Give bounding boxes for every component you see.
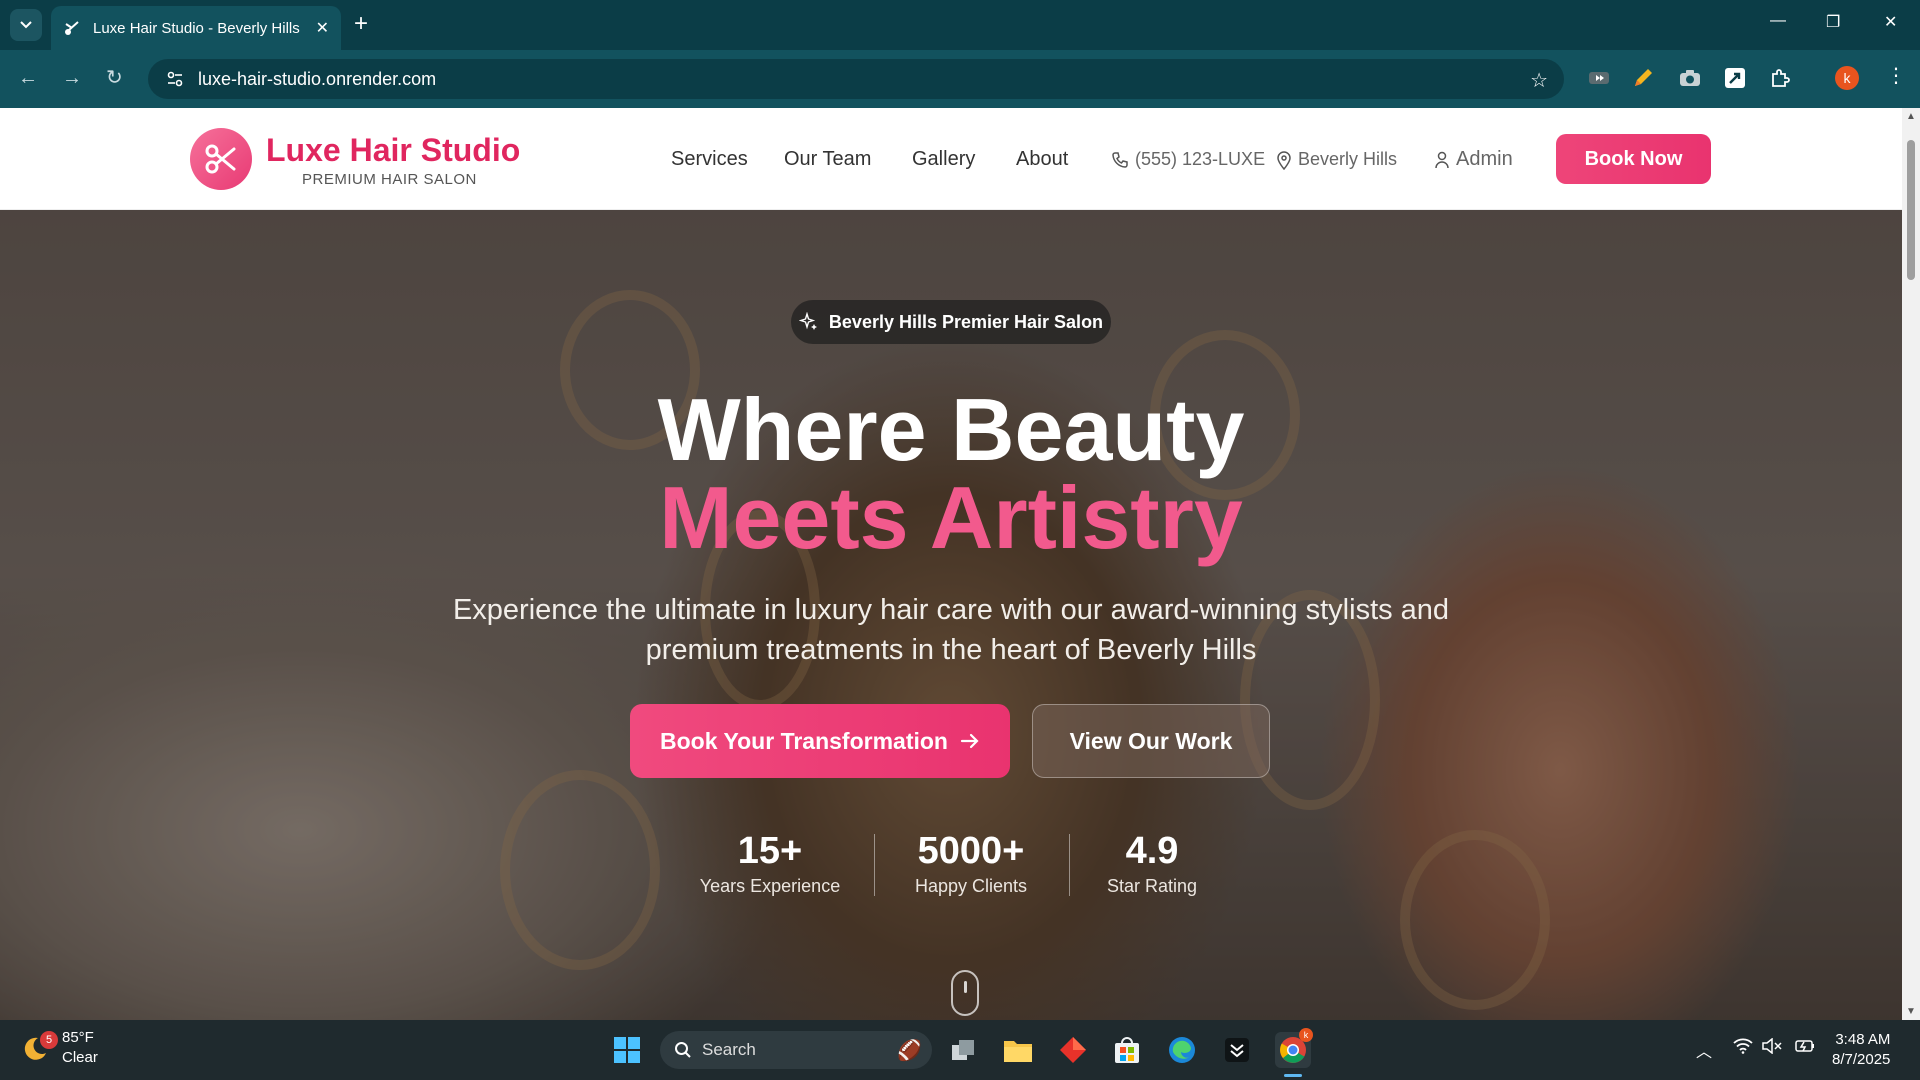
- clock-date: 8/7/2025: [1832, 1051, 1891, 1068]
- browser-tabbar: Luxe Hair Studio - Beverly Hills ✕ + — ❐…: [0, 0, 1920, 50]
- scroll-thumb[interactable]: [1907, 140, 1915, 280]
- taskbar-search[interactable]: Search 🏈: [660, 1031, 932, 1069]
- search-icon: [675, 1042, 691, 1058]
- tab-title: Luxe Hair Studio - Beverly Hills: [93, 19, 300, 37]
- extension-pencil-icon[interactable]: [1630, 65, 1656, 91]
- weather-widget[interactable]: 5 85°F Clear: [24, 1028, 98, 1068]
- hero-headline-line2: Meets Artistry: [659, 468, 1243, 567]
- chevron-down-icon: [20, 21, 32, 29]
- microsoft-store-icon[interactable]: [1109, 1032, 1145, 1068]
- chrome-profile-badge: k: [1299, 1028, 1313, 1042]
- extensions-puzzle-icon[interactable]: [1767, 65, 1793, 91]
- arrow-right-icon: [960, 733, 979, 749]
- browser-toolbar: ← → ↻ luxe-hair-studio.onrender.com ☆ k …: [0, 50, 1920, 108]
- stat-years: 15+ Years Experience: [670, 828, 870, 898]
- chrome-browser-icon[interactable]: k: [1275, 1028, 1313, 1068]
- terminal-app-icon[interactable]: [1219, 1032, 1255, 1068]
- nav-gallery[interactable]: Gallery: [912, 148, 975, 171]
- tab-search-button[interactable]: [10, 9, 42, 41]
- book-now-button[interactable]: Book Now: [1556, 134, 1711, 184]
- scroll-up-icon[interactable]: ▲: [1906, 111, 1916, 122]
- stat-clients: 5000+ Happy Clients: [871, 828, 1071, 898]
- user-icon: [1435, 151, 1449, 168]
- stat-rating: 4.9 Star Rating: [1052, 828, 1252, 898]
- nav-our-team[interactable]: Our Team: [784, 148, 871, 171]
- new-tab-button[interactable]: +: [354, 12, 368, 36]
- site-header: Luxe Hair Studio PREMIUM HAIR SALON Serv…: [0, 108, 1902, 210]
- edge-browser-icon[interactable]: [1164, 1032, 1200, 1068]
- hero-section: Beverly Hills Premier Hair Salon Where B…: [0, 210, 1902, 1020]
- phone-text: (555) 123-LUXE: [1135, 149, 1266, 169]
- task-view-icon[interactable]: [946, 1032, 982, 1068]
- stat-value: 4.9: [1125, 830, 1179, 872]
- hero-subtitle: Experience the ultimate in luxury hair c…: [452, 594, 1450, 666]
- forward-icon[interactable]: →: [62, 67, 82, 89]
- back-icon[interactable]: ←: [18, 67, 38, 89]
- hero-badge: Beverly Hills Premier Hair Salon: [791, 300, 1111, 344]
- windows-taskbar: 5 85°F Clear Search 🏈 k ︿ 3:48 AM 8/7/20…: [0, 1020, 1920, 1080]
- extension-arrow-icon[interactable]: [1722, 65, 1748, 91]
- weather-alert-badge: 5: [40, 1031, 58, 1049]
- stat-label: Years Experience: [699, 876, 841, 896]
- close-window-icon[interactable]: ✕: [1884, 12, 1897, 32]
- speaker-muted-icon[interactable]: [1762, 1037, 1782, 1059]
- file-explorer-icon[interactable]: [1000, 1032, 1036, 1068]
- view-our-work-button[interactable]: View Our Work: [1032, 704, 1270, 778]
- stat-label: Happy Clients: [914, 876, 1028, 896]
- profile-avatar[interactable]: k: [1835, 66, 1859, 90]
- reload-icon[interactable]: ↻: [106, 67, 123, 89]
- hero-badge-text: Beverly Hills Premier Hair Salon: [828, 311, 1104, 332]
- system-clock[interactable]: 3:48 AM 8/7/2025: [1832, 1030, 1890, 1070]
- bookmark-star-icon[interactable]: ☆: [1530, 68, 1548, 93]
- address-bar[interactable]: luxe-hair-studio.onrender.com ☆: [148, 59, 1564, 99]
- stat-value: 5000+: [917, 830, 1025, 872]
- more-menu-icon[interactable]: ⋮: [1886, 65, 1906, 87]
- minimize-icon[interactable]: —: [1770, 12, 1786, 30]
- url-text: luxe-hair-studio.onrender.com: [198, 68, 437, 89]
- weather-temp: 85°F: [62, 1029, 94, 1046]
- logo-name[interactable]: Luxe Hair Studio: [266, 132, 520, 169]
- page-scrollbar[interactable]: ▲ ▼: [1902, 108, 1920, 1020]
- windows-start-icon[interactable]: [609, 1032, 645, 1068]
- active-app-indicator: [1284, 1074, 1302, 1077]
- phone-icon: [1112, 151, 1128, 168]
- phone-link[interactable]: (555) 123-LUXE: [1111, 149, 1265, 170]
- book-transformation-button[interactable]: Book Your Transformation: [630, 704, 1010, 778]
- page-viewport: Luxe Hair Studio PREMIUM HAIR SALON Serv…: [0, 108, 1902, 1020]
- search-label: Search: [702, 1040, 756, 1059]
- weather-condition: Clear: [62, 1049, 98, 1066]
- hero-headline-line1: Where Beauty: [657, 380, 1245, 479]
- stat-value: 15+: [737, 830, 803, 872]
- moon-weather-icon: 5: [24, 1031, 58, 1063]
- nav-services[interactable]: Services: [671, 148, 748, 171]
- browser-tab-active[interactable]: Luxe Hair Studio - Beverly Hills ✕: [51, 6, 341, 50]
- map-pin-icon: [1277, 150, 1291, 170]
- scissors-logo-icon[interactable]: [190, 128, 252, 190]
- nav-about[interactable]: About: [1016, 148, 1068, 171]
- scissors-favicon-icon: [63, 19, 81, 37]
- scroll-down-icon[interactable]: ▼: [1906, 1006, 1916, 1017]
- extension-media-icon[interactable]: [1586, 65, 1612, 91]
- cta-primary-label: Book Your Transformation: [660, 727, 948, 754]
- admin-text: Admin: [1456, 148, 1513, 170]
- football-search-highlight-icon: 🏈: [897, 1039, 922, 1062]
- location-link[interactable]: Beverly Hills: [1276, 149, 1397, 170]
- clock-time: 3:48 AM: [1835, 1031, 1891, 1048]
- wifi-icon[interactable]: [1733, 1038, 1753, 1059]
- location-text: Beverly Hills: [1298, 149, 1398, 169]
- extension-camera-icon[interactable]: [1677, 65, 1703, 91]
- tab-close-icon[interactable]: ✕: [316, 18, 329, 38]
- site-info-icon: [167, 71, 183, 87]
- restore-icon[interactable]: ❐: [1826, 12, 1840, 32]
- tray-overflow-icon[interactable]: ︿: [1696, 1038, 1712, 1062]
- scroll-mouse-icon[interactable]: [951, 970, 979, 1016]
- admin-link[interactable]: Admin: [1434, 148, 1513, 171]
- stat-label: Star Rating: [1106, 876, 1198, 896]
- sparkles-icon: [798, 312, 817, 330]
- app-red-diamond-icon[interactable]: [1055, 1032, 1091, 1068]
- logo-tagline: PREMIUM HAIR SALON: [302, 171, 477, 188]
- battery-icon[interactable]: [1794, 1038, 1816, 1059]
